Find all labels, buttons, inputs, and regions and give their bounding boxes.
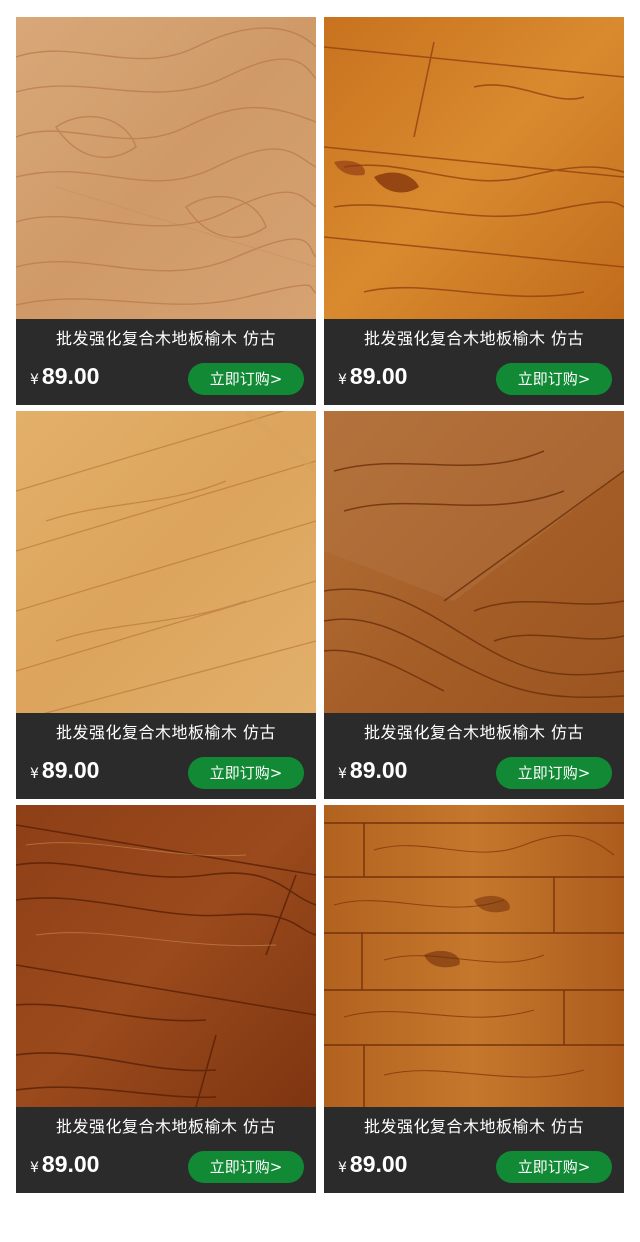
- product-title[interactable]: 批发强化复合木地板榆木 仿古: [324, 1116, 624, 1138]
- product-image-wood-floor[interactable]: [324, 411, 624, 713]
- product-card[interactable]: 批发强化复合木地板榆木 仿古 ¥89.00 立即订购>: [324, 805, 624, 1193]
- product-title[interactable]: 批发强化复合木地板榆木 仿古: [16, 722, 316, 744]
- product-info-bar: 批发强化复合木地板榆木 仿古 ¥89.00 立即订购>: [324, 1107, 624, 1193]
- product-info-bar: 批发强化复合木地板榆木 仿古 ¥89.00 立即订购>: [16, 713, 316, 799]
- order-now-button[interactable]: 立即订购>: [188, 363, 304, 395]
- price-amount: 89.00: [41, 757, 100, 783]
- currency-symbol: ¥: [338, 372, 347, 388]
- currency-symbol: ¥: [30, 372, 39, 388]
- currency-symbol: ¥: [30, 1160, 39, 1176]
- product-info-bar: 批发强化复合木地板榆木 仿古 ¥89.00 立即订购>: [324, 319, 624, 405]
- product-title[interactable]: 批发强化复合木地板榆木 仿古: [324, 328, 624, 350]
- product-price: ¥89.00: [338, 757, 407, 784]
- price-amount: 89.00: [41, 1151, 100, 1177]
- price-amount: 89.00: [349, 363, 408, 389]
- currency-symbol: ¥: [30, 766, 39, 782]
- product-card[interactable]: 批发强化复合木地板榆木 仿古 ¥89.00 立即订购>: [16, 805, 316, 1193]
- product-card[interactable]: 批发强化复合木地板榆木 仿古 ¥89.00 立即订购>: [16, 411, 316, 799]
- order-now-button[interactable]: 立即订购>: [496, 757, 612, 789]
- price-amount: 89.00: [349, 1151, 408, 1177]
- currency-symbol: ¥: [338, 766, 347, 782]
- price-amount: 89.00: [349, 757, 408, 783]
- product-info-bar: 批发强化复合木地板榆木 仿古 ¥89.00 立即订购>: [324, 713, 624, 799]
- product-title[interactable]: 批发强化复合木地板榆木 仿古: [16, 1116, 316, 1138]
- product-image-wood-floor[interactable]: [16, 17, 316, 319]
- order-now-button[interactable]: 立即订购>: [496, 363, 612, 395]
- product-price: ¥89.00: [338, 363, 407, 390]
- order-now-button[interactable]: 立即订购>: [496, 1151, 612, 1183]
- product-image-wood-floor[interactable]: [16, 805, 316, 1107]
- product-price: ¥89.00: [30, 757, 99, 784]
- product-info-bar: 批发强化复合木地板榆木 仿古 ¥89.00 立即订购>: [16, 319, 316, 405]
- product-grid: 批发强化复合木地板榆木 仿古 ¥89.00 立即订购> 批发强化复合木地板榆木 …: [0, 0, 640, 1242]
- product-price: ¥89.00: [338, 1151, 407, 1178]
- product-image-wood-floor[interactable]: [324, 17, 624, 319]
- product-title[interactable]: 批发强化复合木地板榆木 仿古: [324, 722, 624, 744]
- product-card[interactable]: 批发强化复合木地板榆木 仿古 ¥89.00 立即订购>: [324, 411, 624, 799]
- product-card[interactable]: 批发强化复合木地板榆木 仿古 ¥89.00 立即订购>: [324, 17, 624, 405]
- product-price: ¥89.00: [30, 363, 99, 390]
- price-amount: 89.00: [41, 363, 100, 389]
- product-image-wood-floor[interactable]: [324, 805, 624, 1107]
- product-image-wood-floor[interactable]: [16, 411, 316, 713]
- order-now-button[interactable]: 立即订购>: [188, 1151, 304, 1183]
- product-price: ¥89.00: [30, 1151, 99, 1178]
- currency-symbol: ¥: [338, 1160, 347, 1176]
- product-card[interactable]: 批发强化复合木地板榆木 仿古 ¥89.00 立即订购>: [16, 17, 316, 405]
- product-info-bar: 批发强化复合木地板榆木 仿古 ¥89.00 立即订购>: [16, 1107, 316, 1193]
- product-title[interactable]: 批发强化复合木地板榆木 仿古: [16, 328, 316, 350]
- order-now-button[interactable]: 立即订购>: [188, 757, 304, 789]
